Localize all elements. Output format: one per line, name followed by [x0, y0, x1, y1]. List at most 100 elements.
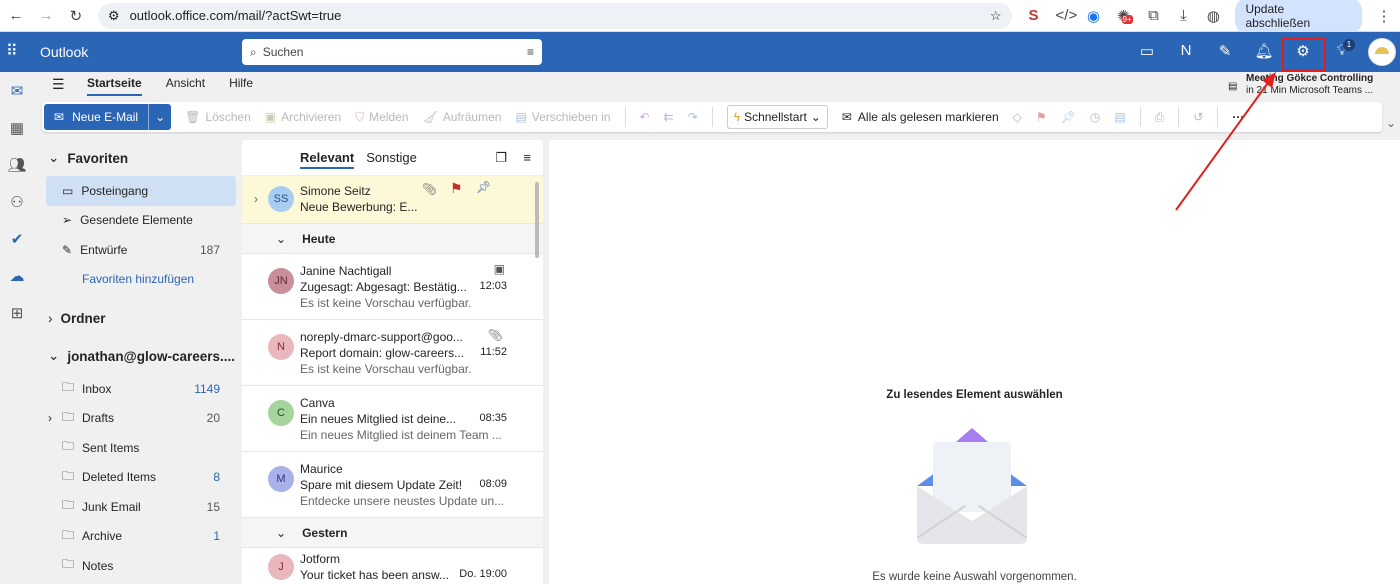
folders-header[interactable]: › Ordner — [34, 300, 236, 336]
mail-icon[interactable]: ✉ — [0, 72, 34, 109]
tab-startseite[interactable]: Startseite — [87, 76, 142, 96]
sweep-button[interactable]: 🧹︎ Aufräumen — [423, 110, 502, 124]
extension-icon[interactable]: S — [1026, 7, 1042, 24]
select-mode-icon[interactable]: ❐ — [495, 150, 507, 166]
site-info-icon[interactable]: ⚙ — [108, 8, 120, 24]
ribbon-expand-icon[interactable]: ⌄ — [1386, 116, 1396, 130]
todo-icon[interactable]: ✎ — [1215, 42, 1235, 60]
folder-drafts[interactable]: › 🗀 Drafts 20 — [34, 404, 236, 434]
reply-icon[interactable]: ↶ — [640, 110, 650, 124]
chevron-down-icon: ⌄ — [276, 525, 287, 540]
new-mail-button[interactable]: ✉ Neue E-Mail ⌄ — [44, 104, 172, 130]
people-icon[interactable]: 👥︎ — [0, 146, 34, 183]
expand-chevron-icon[interactable]: › — [254, 192, 258, 206]
folder-gesendete[interactable]: ➢ Gesendete Elemente — [34, 206, 236, 236]
profile-avatar[interactable]: ◍ — [1205, 7, 1221, 25]
folder-icon: 🗀 — [62, 498, 75, 513]
folder-count: 1 — [213, 529, 220, 544]
menu-kebab-icon[interactable]: ⋮ — [1376, 7, 1392, 25]
bookmark-star-icon[interactable]: ☆ — [990, 8, 1002, 24]
avatar: M — [268, 466, 294, 492]
back-icon[interactable]: ← — [8, 7, 24, 24]
address-bar[interactable]: ⚙ outlook.office.com/mail/?actSwt=true ☆ — [97, 2, 1012, 29]
flag-icon[interactable]: ⚑ — [450, 180, 463, 197]
filter-icon[interactable]: ≡ — [527, 45, 534, 59]
download-icon[interactable]: ⤓ — [1175, 7, 1191, 24]
notification-bell-icon[interactable]: 🔔︎ — [1254, 42, 1274, 60]
calendar-icon[interactable]: ▦ — [0, 109, 34, 146]
tag-icon[interactable]: ◇ — [1013, 110, 1022, 124]
folder-archive[interactable]: 🗀 Archive 1 — [34, 522, 236, 552]
archive-button[interactable]: ▣ Archivieren — [265, 110, 341, 124]
rules-icon[interactable]: ▤ — [1114, 110, 1125, 124]
teams-chat-icon[interactable]: ▭ — [1137, 42, 1157, 60]
folder-posteingang[interactable]: ▭ Posteingang — [46, 176, 236, 206]
hamburger-menu-icon[interactable]: ☰ — [52, 76, 65, 93]
extension-badge-icon[interactable]: ✺9+ — [1116, 7, 1133, 25]
print-icon[interactable]: ⎙ — [1155, 110, 1165, 125]
pin-icon[interactable]: 📌︎ — [476, 180, 491, 194]
list-item[interactable]: N noreply-dmarc-support@goo... Report do… — [242, 320, 543, 386]
search-input[interactable]: ⌕ Suchen ≡ — [242, 39, 542, 65]
favorites-header[interactable]: ⌄ Favoriten — [34, 140, 236, 176]
account-avatar[interactable] — [1368, 38, 1396, 66]
more-options-button[interactable]: ··· — [1232, 110, 1244, 124]
folder-label: Deleted Items — [82, 470, 157, 485]
list-item[interactable]: JN Janine Nachtigall Zugesagt: Abgesagt:… — [242, 254, 543, 320]
pin-icon[interactable]: 📌︎ — [1061, 110, 1076, 124]
undo-icon[interactable]: ↺ — [1193, 110, 1203, 124]
folder-sent-items[interactable]: 🗀 Sent Items — [34, 433, 236, 463]
snooze-clock-icon[interactable]: ◷ — [1090, 110, 1100, 124]
folder-inbox[interactable]: 🗀 Inbox 1149 — [34, 374, 236, 404]
forward-icon[interactable]: → — [38, 7, 54, 24]
chevron-down-icon[interactable]: ⌄ — [811, 110, 821, 124]
group-header-yesterday[interactable]: ⌄ Gestern — [242, 518, 543, 548]
list-item[interactable]: C Canva Ein neues Mitglied ist deine... … — [242, 386, 543, 452]
account-header[interactable]: ⌄ jonathan@glow-careers.... — [34, 338, 236, 374]
extension-c-icon[interactable]: ◉ — [1086, 7, 1102, 25]
delete-button[interactable]: 🗑︎ Löschen — [185, 110, 251, 124]
update-button[interactable]: Update abschließen — [1235, 0, 1363, 35]
onedrive-cloud-icon[interactable]: ☁ — [0, 257, 34, 294]
list-item[interactable]: J Jotform Your ticket has been answ... D… — [242, 548, 543, 584]
quickstep-button[interactable]: ϟ Schnellstart ⌄ — [726, 105, 828, 129]
folder-label: Notes — [82, 558, 114, 573]
folder-junk-email[interactable]: 🗀 Junk Email 15 — [34, 492, 236, 522]
folder-deleted-items[interactable]: 🗀 Deleted Items 8 — [34, 463, 236, 493]
reload-icon[interactable]: ↻ — [68, 7, 84, 25]
tab-sonstige[interactable]: Sonstige — [366, 150, 417, 165]
folder-entwuerfe[interactable]: ✎ Entwürfe 187 — [34, 235, 236, 265]
chevron-right-icon[interactable]: › — [48, 411, 52, 425]
subject: Your ticket has been answ... — [300, 568, 449, 582]
meeting-reminder[interactable]: ▤ Meeting Gökce Controlling in 21 Min Mi… — [1228, 73, 1398, 97]
list-header: Relevant Sonstige ❐ ≡ — [242, 140, 543, 176]
tab-relevant[interactable]: Relevant — [300, 146, 355, 169]
divider — [624, 107, 626, 127]
list-item[interactable]: M Maurice Spare mit diesem Update Zeit! … — [242, 452, 543, 518]
code-extension-icon[interactable]: </> — [1056, 7, 1078, 24]
reading-title: Zu lesendes Element auswählen — [886, 389, 1063, 401]
extensions-puzzle-icon[interactable]: ⧉ — [1145, 7, 1161, 24]
list-scrollbar[interactable] — [535, 182, 539, 258]
onenote-icon[interactable]: N — [1176, 42, 1196, 59]
tab-hilfe[interactable]: Hilfe — [229, 76, 253, 96]
new-mail-dropdown[interactable]: ⌄ — [149, 110, 171, 124]
todo-check-icon[interactable]: ✔ — [0, 220, 34, 257]
add-favorites-link[interactable]: Favoriten hinzufügen — [34, 265, 236, 295]
mark-all-read-button[interactable]: ✉ Alle als gelesen markieren — [842, 110, 999, 124]
reply-all-icon[interactable]: ⇇ — [664, 110, 674, 124]
group-header-today[interactable]: ⌄ Heute — [242, 224, 543, 254]
filter-icon[interactable]: ≡ — [523, 150, 531, 165]
more-apps-icon[interactable]: ⊞ — [0, 294, 34, 331]
forward-icon[interactable]: ↷ — [688, 110, 698, 124]
flag-icon[interactable]: ⚑ — [1036, 110, 1047, 124]
list-item-pinned[interactable]: › SS Simone Seitz Neue Bewerbung: E... 📎… — [242, 176, 543, 224]
folder-notes[interactable]: 🗀 Notes — [34, 551, 236, 581]
report-button[interactable]: ⛉ Melden — [355, 110, 408, 125]
move-button[interactable]: ▤ Verschieben in — [515, 110, 610, 124]
tab-ansicht[interactable]: Ansicht — [166, 76, 205, 96]
groups-icon[interactable]: ⚇ — [0, 183, 34, 220]
folder-count: 20 — [206, 411, 220, 426]
app-launcher-icon[interactable]: ⠿ — [6, 41, 18, 61]
folders-title: Ordner — [60, 310, 106, 326]
